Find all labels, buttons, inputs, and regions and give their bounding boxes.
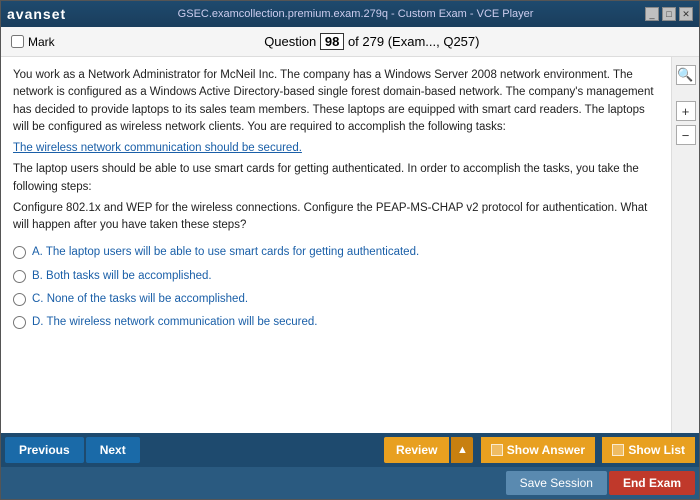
- question-of-details: of 279 (Exam..., Q257): [348, 34, 480, 49]
- logo-avan: avan: [7, 6, 43, 22]
- content-area: Mark Question 98 of 279 (Exam..., Q257) …: [1, 27, 699, 499]
- question-paragraph1: You work as a Network Administrator for …: [13, 67, 659, 136]
- next-button[interactable]: Next: [86, 437, 140, 463]
- minimize-button[interactable]: _: [645, 7, 659, 21]
- bottom-toolbar-2: Save Session End Exam: [1, 467, 699, 499]
- answer-radio-b[interactable]: [13, 270, 26, 283]
- show-answer-icon: [491, 444, 503, 456]
- previous-button[interactable]: Previous: [5, 437, 84, 463]
- save-session-button[interactable]: Save Session: [506, 471, 607, 495]
- answer-text-d: D. The wireless network communication wi…: [32, 314, 317, 331]
- answer-text-c: C. None of the tasks will be accomplishe…: [32, 291, 248, 308]
- answer-item-d: D. The wireless network communication wi…: [13, 314, 659, 331]
- question-text-block: You work as a Network Administrator for …: [13, 67, 659, 234]
- search-button[interactable]: 🔍: [676, 65, 696, 85]
- show-answer-label: Show Answer: [507, 443, 585, 457]
- show-list-label: Show List: [628, 443, 685, 457]
- answer-item-a: A. The laptop users will be able to use …: [13, 244, 659, 261]
- title-bar: avanset GSEC.examcollection.premium.exam…: [1, 1, 699, 27]
- window-controls: _ □ ✕: [645, 7, 693, 21]
- app-logo: avanset: [7, 6, 66, 22]
- logo-set: set: [43, 6, 66, 22]
- question-line1: The wireless network communication shoul…: [13, 140, 659, 157]
- bottom-toolbar-1: Previous Next Review ▲ Show Answer Show …: [1, 433, 699, 467]
- app-window: avanset GSEC.examcollection.premium.exam…: [0, 0, 700, 500]
- answer-text-b: B. Both tasks will be accomplished.: [32, 268, 212, 285]
- question-label: Question: [264, 34, 316, 49]
- answer-item-b: B. Both tasks will be accomplished.: [13, 268, 659, 285]
- end-exam-button[interactable]: End Exam: [609, 471, 695, 495]
- question-number: 98: [320, 33, 344, 50]
- question-body: You work as a Network Administrator for …: [1, 57, 671, 433]
- sidebar-tools: 🔍 + −: [671, 57, 699, 433]
- main-content: You work as a Network Administrator for …: [1, 57, 699, 433]
- question-header: Mark Question 98 of 279 (Exam..., Q257): [1, 27, 699, 57]
- answer-text-a: A. The laptop users will be able to use …: [32, 244, 419, 261]
- answer-item-c: C. None of the tasks will be accomplishe…: [13, 291, 659, 308]
- maximize-button[interactable]: □: [662, 7, 676, 21]
- window-title: GSEC.examcollection.premium.exam.279q - …: [66, 8, 645, 20]
- mark-checkbox[interactable]: [11, 35, 24, 48]
- zoom-in-button[interactable]: +: [676, 101, 696, 121]
- answer-radio-c[interactable]: [13, 293, 26, 306]
- answers-list: A. The laptop users will be able to use …: [13, 244, 659, 331]
- question-paragraph2: The laptop users should be able to use s…: [13, 161, 659, 196]
- question-info: Question 98 of 279 (Exam..., Q257): [55, 33, 689, 50]
- mark-label: Mark: [28, 35, 55, 49]
- mark-section: Mark: [11, 35, 55, 49]
- show-answer-button[interactable]: Show Answer: [481, 437, 595, 463]
- zoom-out-button[interactable]: −: [676, 125, 696, 145]
- show-list-icon: [612, 444, 624, 456]
- review-dropdown-button[interactable]: ▲: [451, 437, 473, 463]
- review-button[interactable]: Review: [384, 437, 449, 463]
- close-button[interactable]: ✕: [679, 7, 693, 21]
- answer-radio-d[interactable]: [13, 316, 26, 329]
- show-list-button[interactable]: Show List: [602, 437, 695, 463]
- answer-radio-a[interactable]: [13, 246, 26, 259]
- question-line2: Configure 802.1x and WEP for the wireles…: [13, 200, 659, 235]
